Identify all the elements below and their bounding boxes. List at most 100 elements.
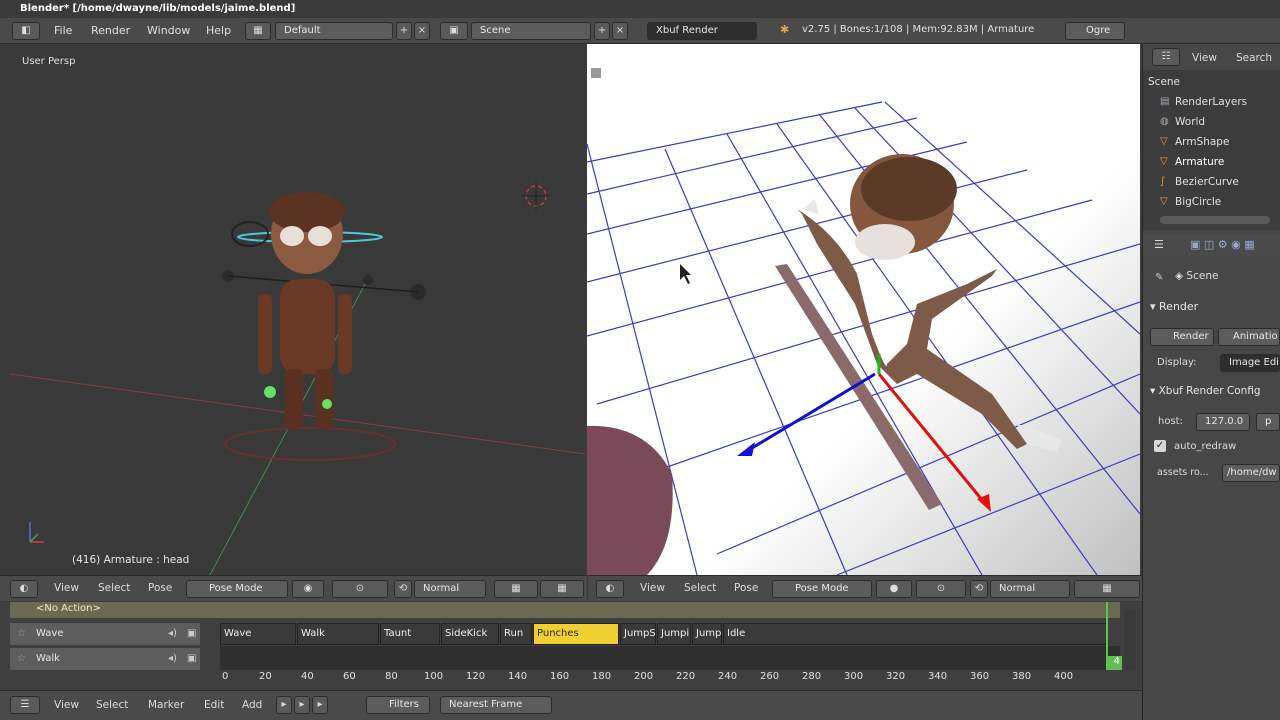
editor-type-icon[interactable]: ◐ xyxy=(10,580,38,598)
filter-toggle-icon[interactable]: ▸ xyxy=(276,696,292,714)
pivot-icon[interactable]: ⊙ xyxy=(916,580,966,598)
render-button[interactable]: Render xyxy=(1150,328,1214,346)
star-icon[interactable]: ☆ xyxy=(17,653,26,664)
outliner-item-renderlayers[interactable]: RenderLayers xyxy=(1175,96,1247,108)
assets-input[interactable]: /home/dw xyxy=(1222,464,1280,482)
outliner-scrollbar[interactable] xyxy=(1160,216,1270,224)
select-menu[interactable]: Select xyxy=(98,582,130,594)
editor-type-icon[interactable]: ☰ xyxy=(10,696,40,714)
layout-selector[interactable]: Default xyxy=(275,22,393,40)
pose-menu[interactable]: Pose xyxy=(148,582,172,594)
orientation-dropdown[interactable]: Normal xyxy=(990,580,1070,598)
outliner-item-world[interactable]: World xyxy=(1175,116,1205,128)
pivot-icon[interactable]: ⊙ xyxy=(332,580,388,598)
outliner-item-beziercurve[interactable]: BezierCurve xyxy=(1175,176,1239,188)
xbuf-section-label: Xbuf Render Config xyxy=(1158,385,1261,397)
host-input[interactable]: 127.0.0 xyxy=(1196,413,1250,431)
layout-icon[interactable]: ▦ xyxy=(245,22,271,40)
pose-menu[interactable]: Pose xyxy=(734,582,758,594)
add-scene-icon[interactable]: + xyxy=(594,22,610,40)
outliner-type-icon[interactable]: ☷ xyxy=(1152,48,1180,66)
editor-type-icon[interactable]: ◐ xyxy=(596,580,624,598)
add-menu[interactable]: Add xyxy=(242,699,262,711)
star-icon[interactable]: ☆ xyxy=(17,628,26,639)
render-engine-dropdown[interactable]: Xbuf Render xyxy=(647,22,757,40)
view-menu[interactable]: View xyxy=(54,582,79,594)
lock-icon[interactable]: ▣ xyxy=(187,653,196,664)
character-torso xyxy=(280,279,335,374)
properties-type-icon[interactable]: ☰ xyxy=(1154,238,1164,251)
view-menu[interactable]: View xyxy=(640,582,665,594)
nla-strip[interactable]: SideKick xyxy=(441,623,499,645)
select-menu[interactable]: Select xyxy=(684,582,716,594)
speaker-icon[interactable]: ◂) xyxy=(168,653,177,664)
lock-icon[interactable]: ▣ xyxy=(187,628,196,639)
orientation-dropdown[interactable]: Normal xyxy=(414,580,486,598)
ruler-tick: 140 xyxy=(508,671,528,682)
left-3d-viewport[interactable]: User Persp (416) Armature : head xyxy=(0,44,585,575)
shading-icon[interactable]: ● xyxy=(876,580,912,598)
outliner-view-menu[interactable]: View xyxy=(1192,52,1217,64)
nla-scrollbar[interactable] xyxy=(1124,610,1136,670)
layers-grid-icon[interactable]: ▦ xyxy=(1074,580,1140,598)
mode-dropdown[interactable]: Pose Mode xyxy=(772,580,872,598)
manipulator-icon[interactable]: ⟲ xyxy=(970,580,988,598)
xbuf-section-header[interactable]: ▾ Xbuf Render Config xyxy=(1150,385,1261,397)
nla-strip[interactable]: JumpEnd xyxy=(692,623,722,645)
pin-icon[interactable]: ✎ xyxy=(1155,272,1163,283)
nla-strip[interactable]: Taunt xyxy=(380,623,440,645)
snap-dropdown[interactable]: Nearest Frame xyxy=(440,696,552,714)
marker-menu[interactable]: Marker xyxy=(148,699,184,711)
remove-layout-icon[interactable]: × xyxy=(414,22,430,40)
menu-render[interactable]: Render xyxy=(91,24,130,37)
ogre-button[interactable]: Ogre xyxy=(1065,22,1125,40)
right-render-viewport[interactable] xyxy=(587,44,1140,575)
nla-strip[interactable]: Walk xyxy=(297,623,379,645)
outliner-item-armature[interactable]: Armature xyxy=(1175,156,1224,168)
scene-selector[interactable]: Scene xyxy=(471,22,591,40)
port-input[interactable]: p xyxy=(1256,413,1280,431)
view-menu[interactable]: View xyxy=(54,699,79,711)
nla-strip[interactable]: Idle xyxy=(723,623,1108,645)
editor-type-icon[interactable]: ◧ xyxy=(12,22,40,40)
auto-redraw-checkbox[interactable]: ✓ xyxy=(1154,440,1166,452)
nla-strip[interactable]: Jumping xyxy=(657,623,691,645)
nla-strip[interactable]: Run xyxy=(500,623,532,645)
filters-button[interactable]: Filters xyxy=(366,696,430,714)
viewport-widget xyxy=(591,68,601,78)
render-section-header[interactable]: ▾ Render xyxy=(1150,300,1198,313)
menu-window[interactable]: Window xyxy=(147,24,190,37)
mode-dropdown[interactable]: Pose Mode xyxy=(186,580,288,598)
render-scene-drawing xyxy=(587,44,1140,575)
remove-scene-icon[interactable]: × xyxy=(612,22,628,40)
edit-menu[interactable]: Edit xyxy=(204,699,224,711)
menu-help[interactable]: Help xyxy=(206,24,231,37)
outliner-search-menu[interactable]: Search xyxy=(1236,52,1272,64)
scene-icon[interactable]: ▣ xyxy=(440,22,468,40)
menu-file[interactable]: File xyxy=(54,24,72,37)
nla-strip-selected[interactable]: Punches xyxy=(533,623,619,645)
manipulator-icon[interactable]: ⟲ xyxy=(394,580,412,598)
layers-grid-icon[interactable]: ▦ xyxy=(494,580,538,598)
select-menu[interactable]: Select xyxy=(96,699,128,711)
outliner-item-bigcircle[interactable]: BigCircle xyxy=(1175,196,1221,208)
nla-strip[interactable]: JumpSt xyxy=(620,623,656,645)
outliner-item-scene[interactable]: Scene xyxy=(1148,76,1180,88)
render-tab-icon[interactable]: ▣ ◫ ⚙ ◉ ▦ xyxy=(1190,238,1255,251)
selected-bone xyxy=(264,386,276,398)
character-leg xyxy=(285,369,303,429)
speaker-icon[interactable]: ◂) xyxy=(168,628,177,639)
layers-grid-icon[interactable]: ▦ xyxy=(540,580,584,598)
ruler-tick: 180 xyxy=(592,671,612,682)
ruler-tick: 100 xyxy=(424,671,444,682)
outliner-item-armshape[interactable]: ArmShape xyxy=(1175,136,1229,148)
current-frame-indicator[interactable]: 4 xyxy=(1106,656,1122,670)
action-row[interactable]: <No Action> xyxy=(10,602,1120,618)
add-layout-icon[interactable]: + xyxy=(396,22,412,40)
filter-toggle-icon[interactable]: ▸ xyxy=(312,696,328,714)
filter-toggle-icon[interactable]: ▸ xyxy=(294,696,310,714)
animation-button[interactable]: Animatio xyxy=(1218,328,1280,346)
display-dropdown[interactable]: Image Edi xyxy=(1220,354,1280,372)
nla-strip[interactable]: Wave xyxy=(220,623,296,645)
shading-icon[interactable]: ◉ xyxy=(292,580,324,598)
